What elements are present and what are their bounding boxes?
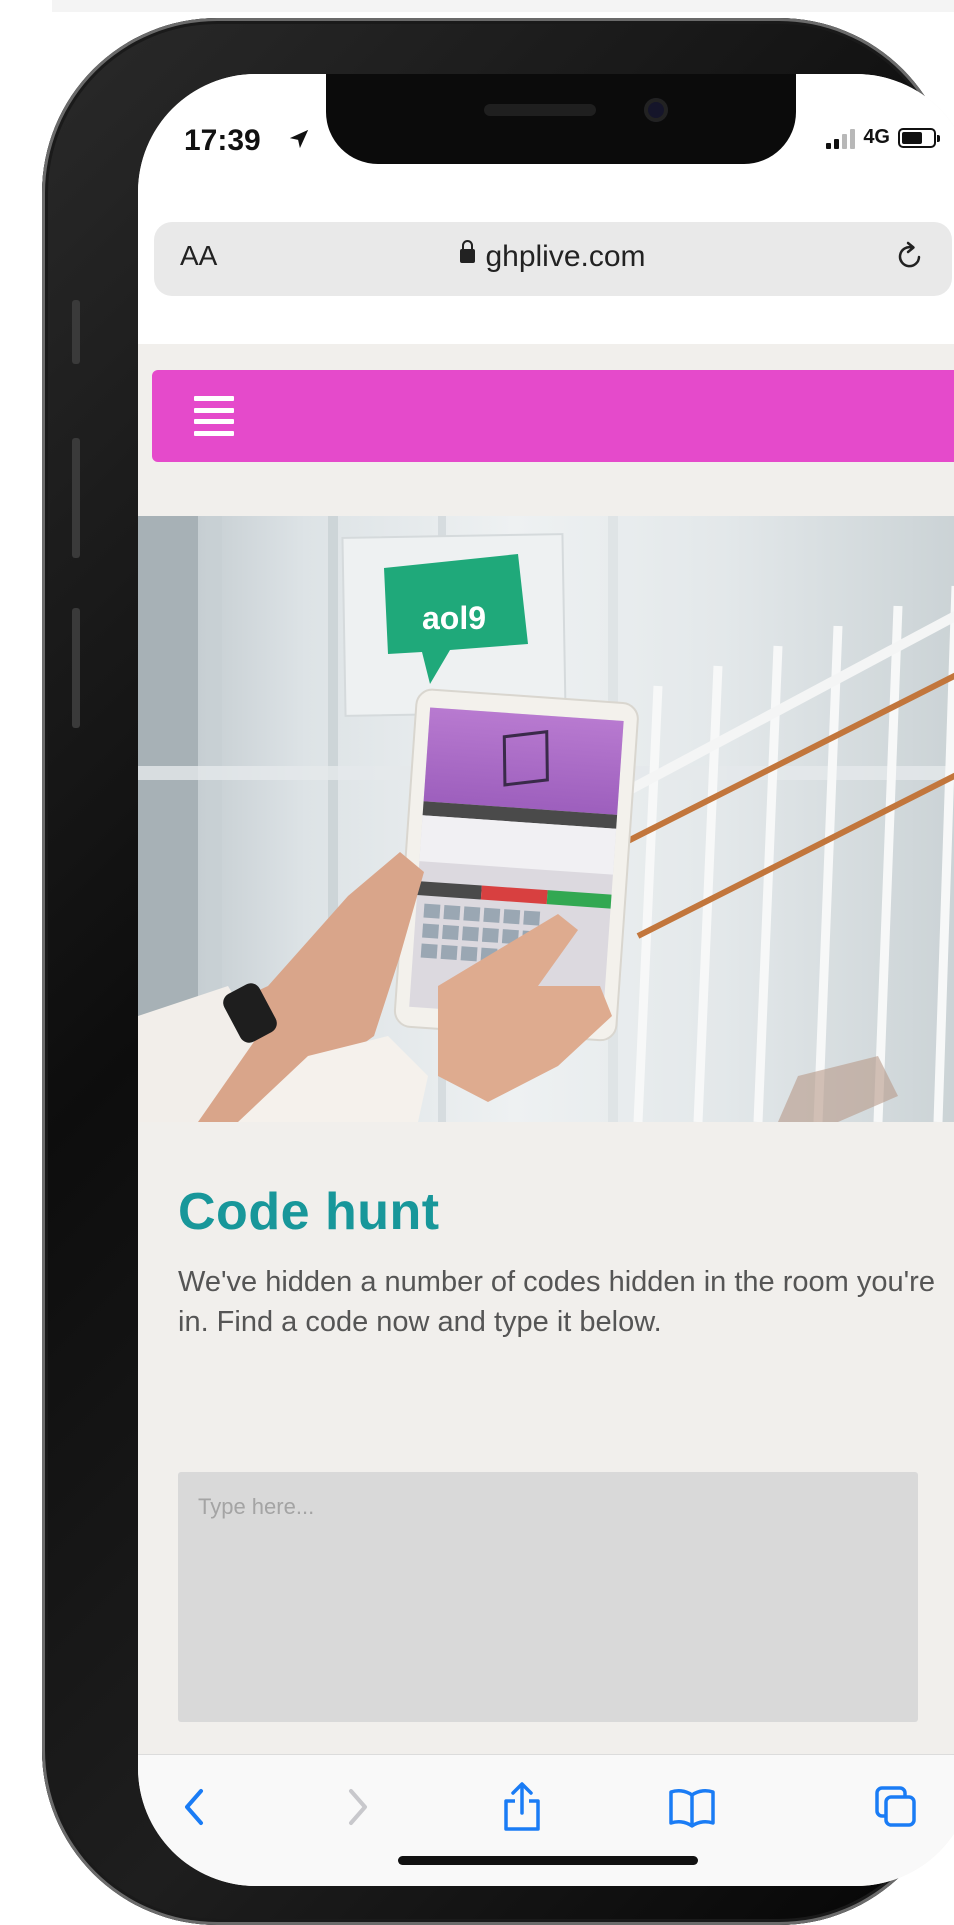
volume-down-button — [72, 608, 80, 728]
address-bar[interactable]: AA ghplive.com — [154, 222, 952, 296]
bookmarks-button[interactable] — [666, 1781, 718, 1833]
phone-frame: 17:39 4G AA ghplive.com aol9 Code hunt W… — [42, 18, 954, 1925]
notch — [326, 74, 796, 164]
status-time: 17:39 — [184, 124, 261, 157]
back-button[interactable] — [168, 1781, 220, 1833]
background-top — [52, 0, 954, 12]
tabs-icon — [875, 1786, 916, 1827]
screenshot-stage: 17:39 4G AA ghplive.com aol9 Code hunt W… — [0, 0, 954, 1925]
battery-icon — [898, 127, 940, 148]
hero-image: aol9 — [138, 516, 954, 1122]
volume-up-button — [72, 438, 80, 558]
status-indicators: 4G — [826, 126, 940, 149]
forward-button[interactable] — [332, 1781, 384, 1833]
site-nav-bar — [152, 370, 954, 462]
hamburger-icon[interactable] — [194, 396, 234, 436]
code-input[interactable] — [178, 1472, 918, 1722]
sign-code: aol9 — [422, 600, 486, 636]
chevron-left-icon — [185, 1789, 203, 1825]
lock-icon — [460, 239, 476, 263]
chevron-right-icon — [349, 1789, 367, 1825]
front-camera — [644, 98, 668, 122]
page-title: Code hunt — [178, 1183, 440, 1241]
url-text: ghplive.com — [485, 240, 646, 273]
signal-strength-icon — [826, 127, 856, 149]
url-display[interactable]: ghplive.com — [154, 239, 952, 274]
page-description: We've hidden a number of codes hidden in… — [178, 1266, 935, 1338]
share-button[interactable] — [496, 1781, 548, 1833]
web-page: aol9 Code hunt We've hidden a number of … — [138, 344, 954, 1754]
network-type: 4G — [863, 126, 890, 148]
reload-icon[interactable] — [894, 240, 926, 272]
mute-switch — [72, 300, 80, 364]
browser-header: AA ghplive.com — [138, 194, 954, 344]
speaker-grille — [484, 104, 596, 116]
hero-photo: aol9 — [138, 516, 954, 1122]
tabs-button[interactable] — [870, 1781, 922, 1833]
book-icon — [669, 1789, 715, 1828]
browser-toolbar — [138, 1754, 954, 1886]
phone-screen: 17:39 4G AA ghplive.com aol9 Code hunt W… — [138, 74, 954, 1886]
location-arrow-icon — [289, 129, 309, 149]
share-icon — [504, 1782, 540, 1831]
home-indicator[interactable] — [398, 1856, 698, 1865]
